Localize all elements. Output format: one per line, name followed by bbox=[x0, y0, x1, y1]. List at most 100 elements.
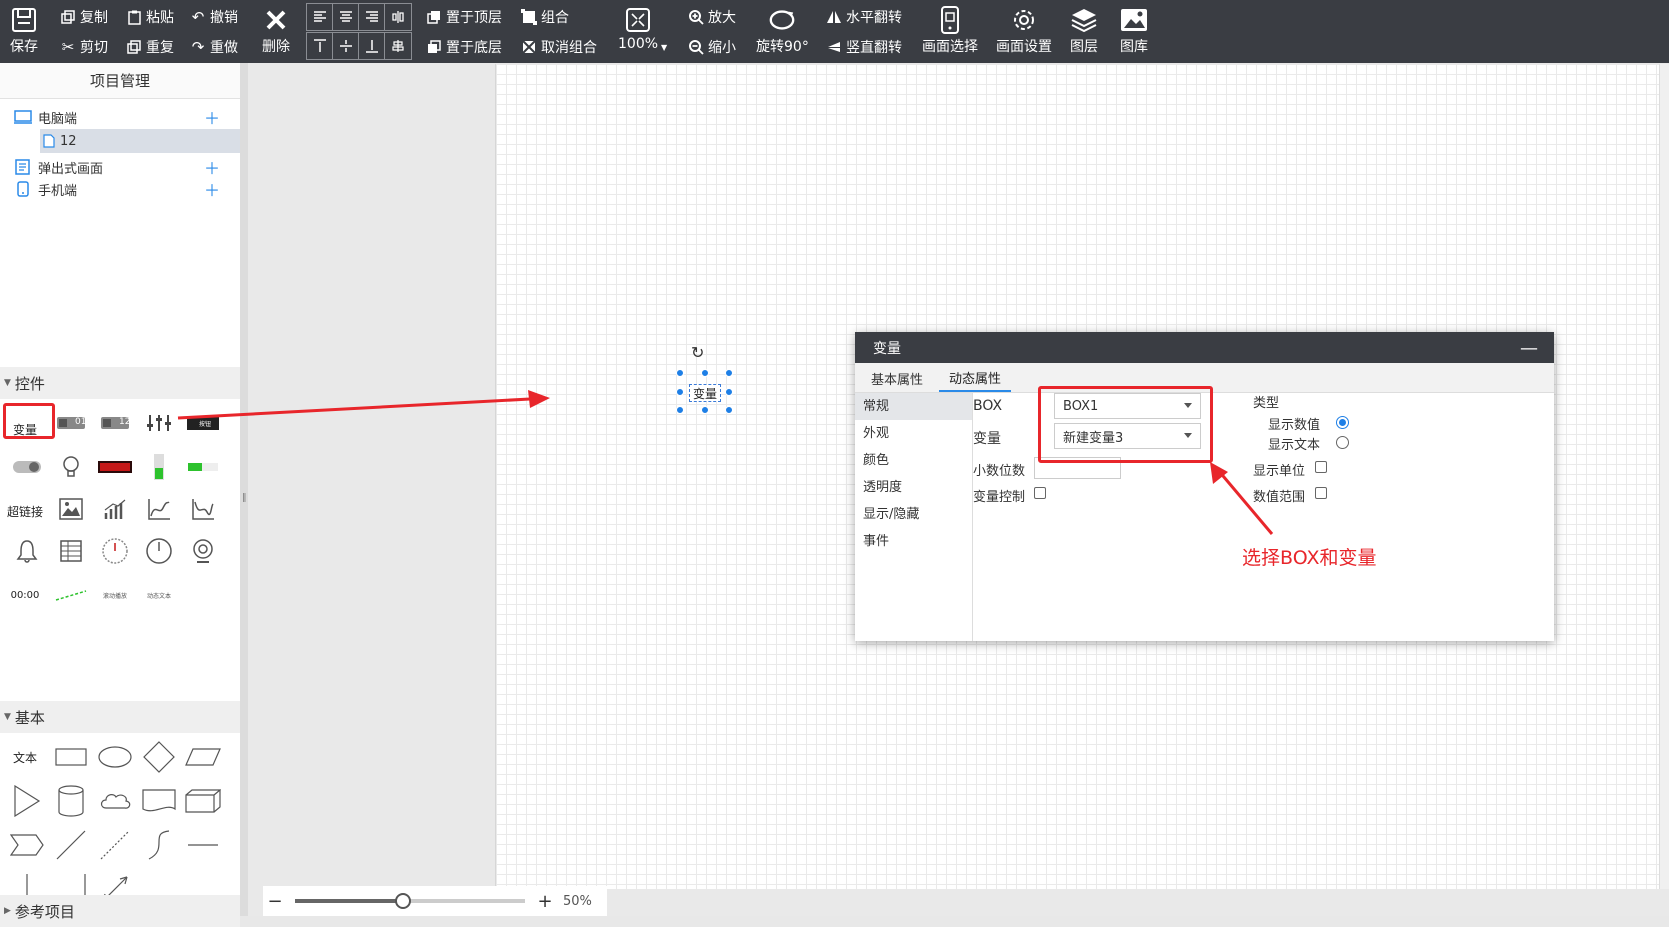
align-bottom-icon[interactable] bbox=[359, 33, 385, 59]
align-top-icon[interactable] bbox=[307, 33, 333, 59]
send-bottom-button[interactable]: 置于底层 bbox=[426, 37, 502, 57]
undo-button[interactable]: ↶ 撤销 bbox=[190, 7, 238, 27]
dialog-header[interactable]: 变量 — bbox=[855, 332, 1554, 363]
value-range-checkbox[interactable] bbox=[1315, 487, 1327, 499]
horizontal-line-icon[interactable] bbox=[183, 829, 223, 861]
clock-icon[interactable] bbox=[139, 535, 179, 567]
show-unit-checkbox[interactable] bbox=[1315, 461, 1327, 473]
side-item-color[interactable]: 颜色 bbox=[855, 447, 972, 474]
shape-text[interactable]: 文本 bbox=[5, 741, 45, 773]
cylinder-icon[interactable] bbox=[51, 785, 91, 817]
ungroup-button[interactable]: 取消组合 bbox=[521, 37, 597, 57]
group-button[interactable]: 组合 bbox=[521, 7, 569, 27]
section-reference[interactable]: ▶ 参考项目 bbox=[0, 895, 240, 927]
zoom-slider-knob[interactable] bbox=[395, 893, 412, 909]
bar-chart-icon[interactable] bbox=[95, 493, 135, 525]
lightbulb-icon[interactable] bbox=[51, 451, 91, 483]
align-right-icon[interactable] bbox=[359, 4, 385, 30]
delete-button[interactable]: 删除 bbox=[262, 6, 290, 56]
redo-button[interactable]: ↷ 重做 bbox=[190, 37, 238, 57]
show-value-radio[interactable] bbox=[1336, 416, 1349, 429]
tab-basic-properties[interactable]: 基本属性 bbox=[861, 364, 933, 392]
resize-handle[interactable] bbox=[701, 369, 709, 377]
resize-handle[interactable] bbox=[676, 369, 684, 377]
variable-control-checkbox[interactable] bbox=[1034, 487, 1046, 499]
show-text-radio[interactable] bbox=[1336, 436, 1349, 449]
zoom-slider[interactable] bbox=[295, 893, 525, 909]
vertical-scrollbar[interactable] bbox=[1659, 64, 1669, 889]
screen-settings-button[interactable]: 画面设置 bbox=[996, 6, 1052, 56]
image-icon[interactable] bbox=[51, 493, 91, 525]
zoom-in-button[interactable]: 放大 bbox=[688, 7, 736, 27]
zoom-fit-button[interactable]: 100% bbox=[618, 6, 658, 52]
control-button[interactable]: 按钮 bbox=[183, 407, 223, 439]
side-item-general[interactable]: 常规 bbox=[855, 393, 972, 420]
align-center-icon[interactable] bbox=[333, 4, 359, 30]
cube-icon[interactable] bbox=[183, 785, 223, 817]
rectangle-icon[interactable] bbox=[51, 741, 91, 773]
parallelogram-icon[interactable] bbox=[183, 741, 223, 773]
camera-icon[interactable] bbox=[183, 535, 223, 567]
save-button[interactable]: 保存 bbox=[10, 6, 38, 56]
screen-select-button[interactable]: 画面选择 bbox=[922, 6, 978, 56]
side-item-events[interactable]: 事件 bbox=[855, 528, 972, 555]
resize-handle[interactable] bbox=[676, 406, 684, 414]
control-sliders[interactable] bbox=[139, 407, 179, 439]
control-number-input[interactable]: 12 bbox=[95, 407, 135, 439]
side-item-appearance[interactable]: 外观 bbox=[855, 420, 972, 447]
panel-splitter[interactable]: ‖ bbox=[240, 63, 248, 916]
line-icon[interactable] bbox=[51, 829, 91, 861]
control-dynamic-text[interactable]: 动态文本 bbox=[139, 579, 179, 611]
section-controls[interactable]: ▼ 控件 bbox=[0, 367, 240, 399]
align-middle-icon[interactable] bbox=[333, 33, 359, 59]
curve-chart-icon[interactable] bbox=[183, 493, 223, 525]
ellipse-icon[interactable] bbox=[95, 741, 135, 773]
triangle-icon[interactable] bbox=[7, 785, 47, 817]
plus-icon[interactable]: + bbox=[533, 891, 557, 912]
control-toggle[interactable] bbox=[7, 451, 47, 483]
control-level-bar[interactable] bbox=[139, 451, 179, 483]
zoom-out-button[interactable]: 缩小 bbox=[688, 37, 736, 57]
side-item-opacity[interactable]: 透明度 bbox=[855, 474, 972, 501]
chevron-down-icon[interactable]: ▼ bbox=[661, 43, 667, 52]
add-icon[interactable]: ＋ bbox=[204, 177, 220, 201]
control-marquee[interactable]: 滚动播放 bbox=[95, 579, 135, 611]
tree-item-pc[interactable]: 电脑端 ＋ bbox=[0, 105, 240, 129]
add-icon[interactable]: ＋ bbox=[204, 105, 220, 129]
dashed-line-icon[interactable] bbox=[95, 829, 135, 861]
side-item-visibility[interactable]: 显示/隐藏 bbox=[855, 501, 972, 528]
cut-button[interactable]: ✂ 剪切 bbox=[60, 37, 108, 57]
control-dashed-line[interactable] bbox=[51, 579, 91, 611]
align-vcenter-icon[interactable] bbox=[385, 4, 411, 30]
align-left-icon[interactable] bbox=[307, 4, 333, 30]
copy-button[interactable]: 复制 bbox=[60, 7, 108, 27]
tree-item-page[interactable]: 12 bbox=[0, 129, 240, 153]
section-basic[interactable]: ▼ 基本 bbox=[0, 701, 240, 733]
layers-button[interactable]: 图层 bbox=[1070, 6, 1098, 56]
rotate-button[interactable]: 旋转90° bbox=[756, 6, 809, 56]
resize-handle[interactable] bbox=[701, 406, 709, 414]
bell-icon[interactable] bbox=[7, 535, 47, 567]
table-icon[interactable] bbox=[51, 535, 91, 567]
rotate-handle-icon[interactable]: ↻ bbox=[691, 343, 704, 362]
bring-top-button[interactable]: 置于顶层 bbox=[426, 7, 502, 27]
diamond-icon[interactable] bbox=[139, 741, 179, 773]
cloud-icon[interactable] bbox=[95, 785, 135, 817]
align-distribute-icon[interactable] bbox=[385, 33, 411, 59]
minus-icon[interactable]: − bbox=[263, 891, 287, 912]
paste-button[interactable]: 粘贴 bbox=[126, 7, 174, 27]
gauge-icon[interactable] bbox=[95, 535, 135, 567]
tree-item-mobile[interactable]: 手机端 ＋ bbox=[0, 177, 240, 201]
tree-item-popup[interactable]: 弹出式画面 ＋ bbox=[0, 155, 240, 179]
document-shape-icon[interactable] bbox=[139, 785, 179, 817]
resize-handle[interactable] bbox=[725, 388, 733, 396]
tab-dynamic-properties[interactable]: 动态属性 bbox=[939, 364, 1012, 392]
resize-handle[interactable] bbox=[725, 369, 733, 377]
line-chart-icon[interactable] bbox=[139, 493, 179, 525]
curve-icon[interactable] bbox=[139, 829, 179, 861]
resize-handle[interactable] bbox=[725, 406, 733, 414]
add-icon[interactable]: ＋ bbox=[204, 155, 220, 179]
flip-horizontal-button[interactable]: 水平翻转 bbox=[826, 7, 902, 27]
minimize-icon[interactable]: — bbox=[1520, 338, 1538, 359]
control-hyperlink[interactable]: 超链接 bbox=[5, 495, 45, 527]
